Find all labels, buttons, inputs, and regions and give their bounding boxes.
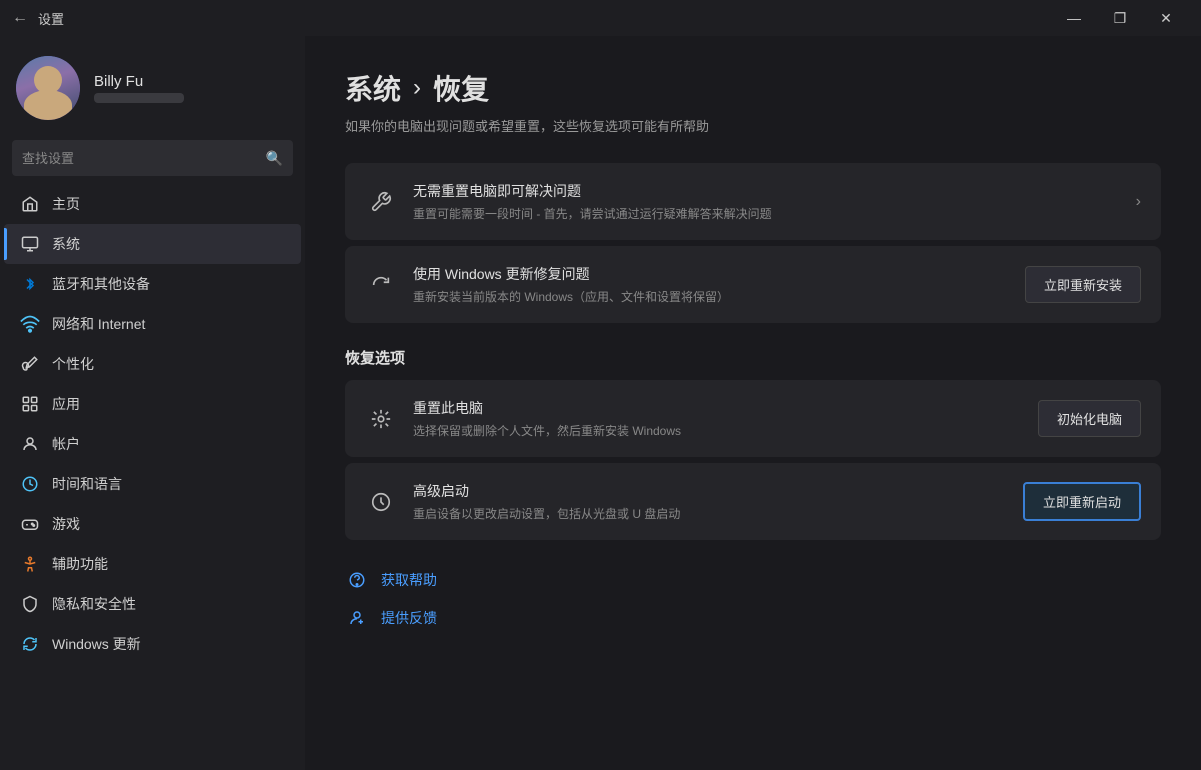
advanced-startup-title: 高级启动 [413, 481, 1007, 501]
accessibility-icon [20, 554, 40, 574]
sidebar-item-home[interactable]: 主页 [4, 184, 301, 224]
clock-icon [20, 474, 40, 494]
troubleshoot-desc: 重置可能需要一段时间 - 首先，请尝试通过运行疑难解答来解决问题 [413, 205, 1120, 222]
advanced-startup-icon [365, 486, 397, 518]
back-button[interactable]: ← [12, 9, 28, 27]
sidebar-item-label: 网络和 Internet [52, 314, 145, 334]
footer-links: 获取帮助 提供反馈 [345, 568, 1161, 630]
sidebar-item-label: 辅助功能 [52, 554, 108, 574]
sidebar-item-label: 蓝牙和其他设备 [52, 274, 150, 294]
reset-desc: 选择保留或删除个人文件，然后重新安装 Windows [413, 422, 1022, 439]
user-profile[interactable]: Billy Fu [0, 36, 305, 140]
troubleshoot-content: 无需重置电脑即可解决问题 重置可能需要一段时间 - 首先，请尝试通过运行疑难解答… [413, 181, 1120, 222]
reset-title: 重置此电脑 [413, 398, 1022, 418]
get-help-link[interactable]: 获取帮助 [345, 568, 1161, 592]
sidebar-item-apps[interactable]: 应用 [4, 384, 301, 424]
reinstall-card: 使用 Windows 更新修复问题 重新安装当前版本的 Windows（应用、文… [345, 246, 1161, 323]
sidebar-item-label: 帐户 [52, 434, 80, 454]
sidebar-item-label: 时间和语言 [52, 474, 122, 494]
breadcrumb-current: 恢复 [433, 68, 489, 108]
sidebar-item-network[interactable]: 网络和 Internet [4, 304, 301, 344]
user-subtitle [94, 93, 184, 103]
reinstall-action: 立即重新安装 [1025, 266, 1141, 303]
chevron-right-icon: › [1136, 193, 1141, 210]
troubleshoot-action[interactable]: › [1136, 193, 1141, 211]
sidebar-item-label: Windows 更新 [52, 634, 141, 654]
search-container: 🔍 [0, 140, 305, 184]
game-icon [20, 514, 40, 534]
advanced-startup-action: 立即重新启动 [1023, 482, 1141, 521]
sidebar-item-label: 游戏 [52, 514, 80, 534]
sidebar-item-label: 应用 [52, 394, 80, 414]
maximize-button[interactable]: ❐ [1097, 0, 1143, 36]
home-icon [20, 194, 40, 214]
feedback-label: 提供反馈 [381, 608, 437, 628]
search-icon: 🔍 [266, 150, 283, 167]
user-icon [20, 434, 40, 454]
sidebar: Billy Fu 🔍 主页 系统 [0, 36, 305, 770]
window-controls: — ❐ ✕ [1051, 0, 1189, 36]
system-icon [20, 234, 40, 254]
feedback-icon [345, 606, 369, 630]
search-input[interactable] [22, 151, 258, 166]
titlebar-title: 设置 [38, 9, 64, 28]
reset-button[interactable]: 初始化电脑 [1038, 400, 1141, 437]
reset-icon [365, 403, 397, 435]
sidebar-item-label: 个性化 [52, 354, 94, 374]
reinstall-title: 使用 Windows 更新修复问题 [413, 264, 1009, 284]
reinstall-desc: 重新安装当前版本的 Windows（应用、文件和设置将保留） [413, 288, 1009, 305]
reinstall-content: 使用 Windows 更新修复问题 重新安装当前版本的 Windows（应用、文… [413, 264, 1009, 305]
sidebar-item-label: 主页 [52, 194, 80, 214]
recovery-section-title: 恢复选项 [345, 347, 1161, 368]
sidebar-item-accessibility[interactable]: 辅助功能 [4, 544, 301, 584]
troubleshoot-card: 无需重置电脑即可解决问题 重置可能需要一段时间 - 首先，请尝试通过运行疑难解答… [345, 163, 1161, 240]
content-area: 系统 › 恢复 如果你的电脑出现问题或希望重置，这些恢复选项可能有所帮助 无需重… [305, 36, 1201, 770]
page-description: 如果你的电脑出现问题或希望重置，这些恢复选项可能有所帮助 [345, 116, 1161, 135]
sidebar-item-bluetooth[interactable]: 蓝牙和其他设备 [4, 264, 301, 304]
sidebar-item-label: 系统 [52, 234, 80, 254]
brush-icon [20, 354, 40, 374]
sidebar-item-system[interactable]: 系统 [4, 224, 301, 264]
feedback-link[interactable]: 提供反馈 [345, 606, 1161, 630]
breadcrumb: 系统 › 恢复 [345, 68, 1161, 108]
reset-card: 重置此电脑 选择保留或删除个人文件，然后重新安装 Windows 初始化电脑 [345, 380, 1161, 457]
user-info: Billy Fu [94, 73, 184, 103]
reset-action: 初始化电脑 [1038, 400, 1141, 437]
sidebar-item-privacy[interactable]: 隐私和安全性 [4, 584, 301, 624]
reinstall-button[interactable]: 立即重新安装 [1025, 266, 1141, 303]
main-layout: Billy Fu 🔍 主页 系统 [0, 36, 1201, 770]
wifi-icon [20, 314, 40, 334]
bluetooth-icon [20, 274, 40, 294]
get-help-label: 获取帮助 [381, 570, 437, 590]
advanced-startup-desc: 重启设备以更改启动设置，包括从光盘或 U 盘启动 [413, 505, 1007, 522]
apps-icon [20, 394, 40, 414]
sidebar-item-personalization[interactable]: 个性化 [4, 344, 301, 384]
update-icon [20, 634, 40, 654]
help-icon [345, 568, 369, 592]
restart-now-button[interactable]: 立即重新启动 [1023, 482, 1141, 521]
sidebar-item-gaming[interactable]: 游戏 [4, 504, 301, 544]
sidebar-item-accounts[interactable]: 帐户 [4, 424, 301, 464]
advanced-startup-content: 高级启动 重启设备以更改启动设置，包括从光盘或 U 盘启动 [413, 481, 1007, 522]
wrench-icon [365, 186, 397, 218]
titlebar: ← 设置 — ❐ ✕ [0, 0, 1201, 36]
breadcrumb-separator: › [413, 74, 421, 102]
sidebar-item-time[interactable]: 时间和语言 [4, 464, 301, 504]
close-button[interactable]: ✕ [1143, 0, 1189, 36]
search-box[interactable]: 🔍 [12, 140, 293, 176]
refresh-icon [365, 269, 397, 301]
troubleshoot-title: 无需重置电脑即可解决问题 [413, 181, 1120, 201]
user-name: Billy Fu [94, 73, 184, 90]
sidebar-item-label: 隐私和安全性 [52, 594, 136, 614]
advanced-startup-card: 高级启动 重启设备以更改启动设置，包括从光盘或 U 盘启动 立即重新启动 [345, 463, 1161, 540]
reset-content: 重置此电脑 选择保留或删除个人文件，然后重新安装 Windows [413, 398, 1022, 439]
avatar [16, 56, 80, 120]
breadcrumb-parent: 系统 [345, 68, 401, 108]
shield-icon [20, 594, 40, 614]
minimize-button[interactable]: — [1051, 0, 1097, 36]
sidebar-item-update[interactable]: Windows 更新 [4, 624, 301, 664]
